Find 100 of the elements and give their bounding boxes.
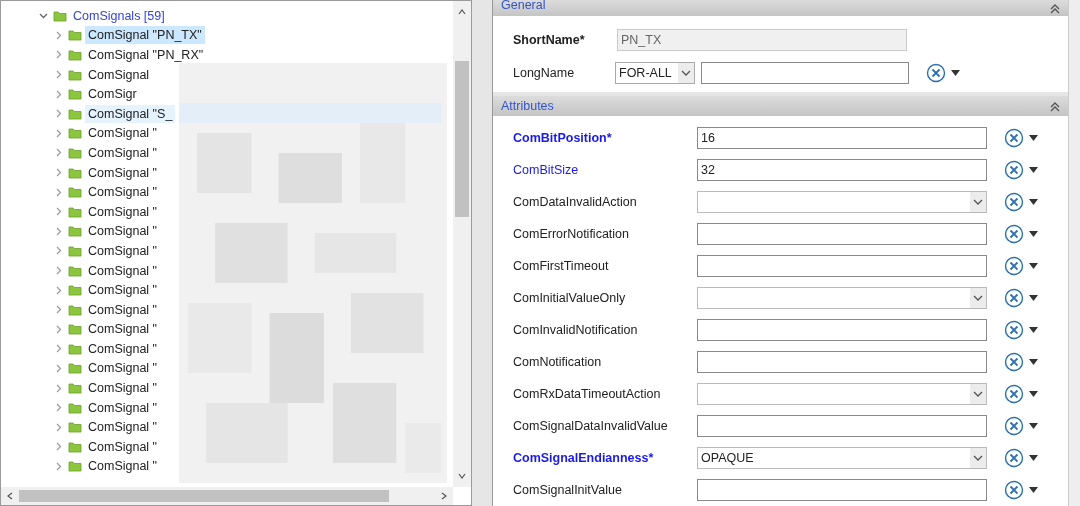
- folder-icon: [68, 166, 82, 179]
- folder-icon: [68, 440, 82, 453]
- folder-icon: [68, 186, 82, 199]
- input-field[interactable]: [697, 415, 987, 437]
- tree-item[interactable]: ComSignal ": [85, 398, 161, 417]
- folder-icon: [68, 88, 82, 101]
- folder-icon: [68, 323, 82, 336]
- scrollbar[interactable]: [1068, 0, 1080, 506]
- caret-icon[interactable]: [1029, 295, 1038, 301]
- caret-icon[interactable]: [1029, 231, 1038, 237]
- dropdown-field[interactable]: [697, 191, 987, 213]
- caret-icon[interactable]: [1029, 391, 1038, 397]
- tree-item[interactable]: ComSignal ": [85, 183, 161, 202]
- tree-item[interactable]: ComSignal: [85, 65, 153, 84]
- tree-item[interactable]: ComSignal ": [85, 437, 161, 456]
- folder-icon: [68, 362, 82, 375]
- folder-icon: [68, 68, 82, 81]
- folder-icon: [68, 244, 82, 257]
- tree-item[interactable]: ComSignal ": [85, 359, 161, 378]
- tree-item[interactable]: ComSignal ": [85, 261, 161, 280]
- folder-icon: [68, 382, 82, 395]
- caret-icon[interactable]: [1029, 455, 1038, 461]
- folder-icon: [68, 264, 82, 277]
- folder-icon: [68, 49, 82, 61]
- tree-item[interactable]: ComSignal ": [85, 163, 161, 182]
- tree-item[interactable]: ComSignal ": [85, 202, 161, 221]
- caret-icon[interactable]: [1029, 423, 1038, 429]
- tree-item[interactable]: ComSignal "PN_TX": [85, 26, 205, 45]
- folder-icon: [68, 225, 82, 238]
- tree-item[interactable]: ComSignal ": [85, 320, 161, 339]
- tree-item[interactable]: ComSignal ": [85, 457, 161, 476]
- field-label: ComErrorNotification: [513, 225, 630, 243]
- folder-icon: [68, 284, 82, 297]
- folder-icon: [68, 342, 82, 355]
- dropdown-field[interactable]: [697, 287, 987, 309]
- caret-icon[interactable]: [1029, 263, 1038, 269]
- tree-item[interactable]: ComSignal ": [85, 339, 161, 358]
- folder-icon: [68, 29, 82, 42]
- input-field[interactable]: 16: [697, 127, 987, 149]
- scrollbar-thumb[interactable]: [455, 61, 469, 217]
- field-label: ComDataInvalidAction: [513, 193, 638, 211]
- expand-icon[interactable]: [54, 364, 63, 373]
- scroll-down-icon[interactable]: [458, 473, 466, 479]
- collapse-icon[interactable]: [1050, 2, 1060, 14]
- tree-item[interactable]: ComSignal ": [85, 281, 161, 300]
- caret-icon[interactable]: [1029, 135, 1038, 141]
- field-label: ComBitSize: [513, 161, 580, 179]
- field-label: ComFirstTimeout: [513, 257, 610, 275]
- field-label: ComInitialValueOnly: [513, 289, 627, 307]
- caret-icon[interactable]: [1029, 167, 1038, 173]
- tree-item[interactable]: ComSignal "S_: [85, 104, 176, 123]
- tree-item[interactable]: ComSignal ": [85, 418, 161, 437]
- caret-icon[interactable]: [1029, 487, 1038, 493]
- tree-item[interactable]: ComSignal ": [85, 241, 161, 260]
- expand-icon[interactable]: [54, 266, 63, 275]
- tree-item[interactable]: ComSignal ": [85, 379, 161, 398]
- section-title: General: [501, 0, 546, 14]
- dropdown-field[interactable]: [697, 383, 987, 405]
- caret-icon[interactable]: [951, 70, 960, 76]
- input-field[interactable]: [697, 223, 987, 245]
- folder-icon: [68, 303, 82, 316]
- field-label: ComBitPosition*: [513, 129, 613, 147]
- folder-icon: [68, 146, 82, 159]
- tree-item[interactable]: ComSigr: [85, 85, 140, 104]
- caret-icon[interactable]: [1029, 327, 1038, 333]
- collapse-icon[interactable]: [1050, 100, 1060, 112]
- folder-icon: [68, 127, 82, 140]
- tree-item[interactable]: ComSignal ": [85, 124, 161, 143]
- input-field[interactable]: [697, 479, 987, 501]
- field-label: ComSignalInitValue: [513, 481, 623, 499]
- section-title: Attributes: [501, 97, 554, 115]
- field-label: LongName: [513, 64, 576, 82]
- input-field[interactable]: [697, 351, 987, 373]
- scrollbar-thumb[interactable]: [19, 490, 389, 502]
- collapse-icon[interactable]: [39, 11, 48, 21]
- tree-item[interactable]: ComSignal "PN_RX": [85, 46, 207, 64]
- tree-item[interactable]: ComSignal ": [85, 143, 161, 162]
- tree-item[interactable]: ComSignal ": [85, 300, 161, 319]
- caret-icon[interactable]: [1029, 359, 1038, 365]
- field-label: ComInvalidNotification: [513, 321, 639, 339]
- input-field[interactable]: [701, 62, 909, 84]
- tree-item[interactable]: ComSignals [59]: [70, 6, 168, 25]
- scroll-right-icon[interactable]: [441, 492, 447, 500]
- input-field[interactable]: 32: [697, 159, 987, 181]
- folder-icon: [53, 9, 67, 22]
- folder-icon: [68, 107, 82, 120]
- folder-icon: [68, 401, 82, 414]
- tree-item[interactable]: ComSignal ": [85, 222, 161, 241]
- field-label: ComNotification: [513, 353, 603, 371]
- caret-icon[interactable]: [1029, 199, 1038, 205]
- input-field[interactable]: [697, 319, 987, 341]
- field-label: ShortName*: [513, 31, 586, 49]
- folder-icon: [68, 421, 82, 434]
- dropdown-field[interactable]: OPAQUE: [697, 447, 987, 469]
- language-dropdown[interactable]: FOR-ALL: [615, 62, 695, 84]
- scroll-left-icon[interactable]: [7, 492, 13, 500]
- folder-icon: [68, 460, 82, 473]
- folder-icon: [68, 205, 82, 218]
- scroll-up-icon[interactable]: [458, 9, 466, 15]
- input-field[interactable]: [697, 255, 987, 277]
